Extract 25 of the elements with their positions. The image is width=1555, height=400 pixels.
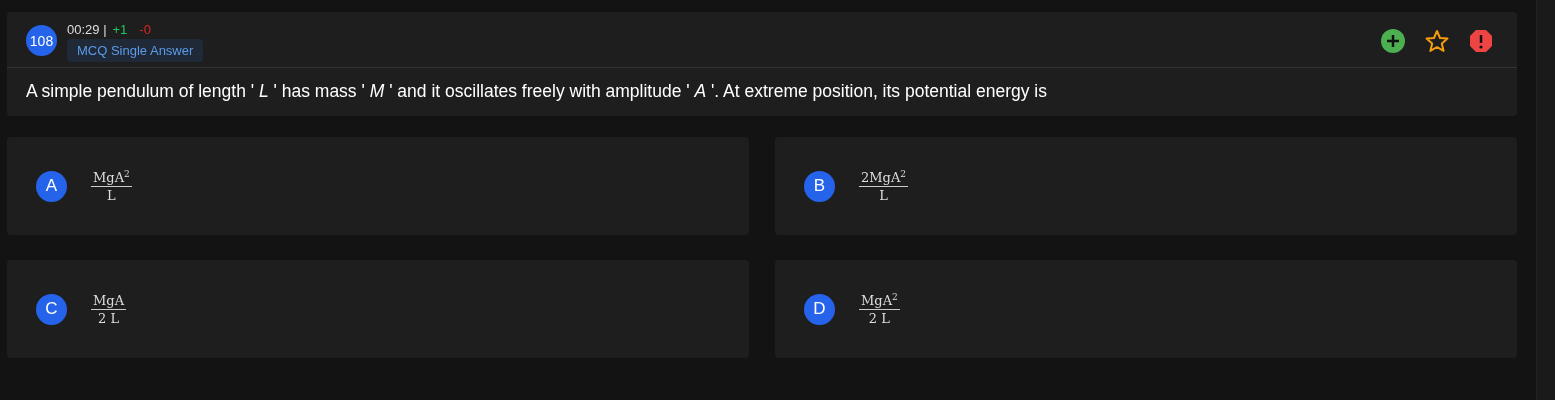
option-card[interactable]: C MgA 2 L	[7, 260, 749, 358]
question-text: A simple pendulum of length ' L ' has mass ' M ' and it oscillates freely with amplitude ' A '. At extreme position, its potential energy is	[25, 80, 1048, 103]
question-type-tag: MCQ Single Answer	[67, 39, 204, 62]
option-letter: B	[804, 170, 835, 202]
positive-marks: +1	[112, 22, 128, 37]
report-icon[interactable]	[1469, 28, 1493, 53]
option-card[interactable]: A MgA$^{2}$ L	[7, 137, 749, 235]
numerator: MgA$^{2}$	[859, 291, 900, 311]
option-letter: D	[804, 293, 835, 325]
numerator: MgA	[91, 292, 127, 310]
denominator: L	[879, 187, 888, 204]
option-card[interactable]: D MgA$^{2}$ 2 L	[775, 260, 1517, 358]
numerator: 2MgA$^{2}$	[859, 168, 909, 188]
denominator: L	[107, 187, 116, 204]
option-card[interactable]: B 2MgA$^{2}$ L	[775, 137, 1517, 235]
add-icon[interactable]	[1381, 28, 1405, 53]
star-icon[interactable]	[1425, 28, 1449, 53]
denominator: 2 L	[868, 310, 890, 327]
timer: 00:29 |	[67, 22, 107, 37]
negative-marks: -0	[139, 22, 151, 37]
denominator: 2 L	[98, 309, 120, 326]
numerator: MgA$^{2}$	[91, 168, 132, 188]
question-number: 108	[26, 25, 57, 56]
option-letter: A	[36, 170, 67, 202]
option-letter: C	[36, 293, 67, 325]
